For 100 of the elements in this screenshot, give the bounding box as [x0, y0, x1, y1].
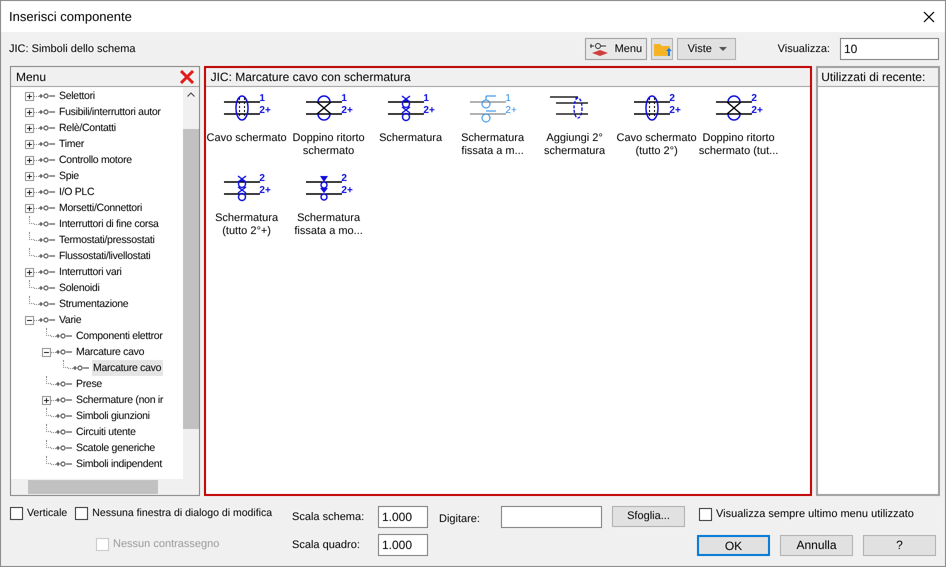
- wire-number: 2+: [259, 185, 271, 197]
- tree-item[interactable]: Schermature (non ir: [75, 392, 166, 408]
- tree-item[interactable]: Controllo motore: [58, 152, 134, 168]
- expand-icon[interactable]: [25, 268, 34, 276]
- tree-item[interactable]: Morsetti/Connettori: [58, 200, 144, 216]
- menu-button[interactable]: Menu: [584, 38, 647, 60]
- wire-number: 2: [669, 93, 676, 105]
- node-icon: [39, 156, 57, 164]
- tree-item[interactable]: Scatole generiche: [75, 440, 157, 456]
- symbol-label: Cavo schermato: [206, 132, 287, 145]
- node-icon: [56, 396, 74, 404]
- wire-number: 2+: [341, 105, 353, 117]
- checkbox-label: Nessuna finestra di dialogo di modifica: [92, 506, 272, 521]
- display-label: Visualizza:: [778, 42, 830, 57]
- collapse-icon[interactable]: [25, 316, 34, 324]
- node-icon: [56, 460, 74, 468]
- expand-icon[interactable]: [25, 92, 34, 100]
- dialog-button[interactable]: OK: [697, 534, 770, 556]
- expand-icon[interactable]: [25, 204, 34, 212]
- node-icon: [39, 108, 57, 116]
- checkbox[interactable]: [75, 507, 88, 520]
- node-icon: [39, 220, 57, 228]
- node-icon: [56, 412, 74, 420]
- node-icon: [56, 332, 74, 340]
- tree-item[interactable]: Strumentazione: [58, 296, 130, 312]
- field-label: Scala schema:: [292, 510, 366, 525]
- node-icon: [73, 364, 91, 372]
- scale-field[interactable]: 1.000: [378, 534, 428, 556]
- tree-item[interactable]: Componenti elettror: [75, 328, 165, 344]
- node-icon: [39, 172, 57, 180]
- node-icon: [56, 444, 74, 452]
- folder-icon[interactable]: [650, 38, 673, 60]
- node-icon: [39, 188, 57, 196]
- tree-item[interactable]: Prese: [75, 376, 104, 392]
- tree-item[interactable]: I/O PLC: [58, 184, 96, 200]
- dialog-button[interactable]: Annulla: [780, 534, 853, 556]
- tree-item[interactable]: Spie: [58, 168, 81, 184]
- tree-item[interactable]: Termostati/pressostati: [58, 232, 157, 248]
- wire-number: 1: [505, 93, 512, 105]
- node-icon: [39, 316, 57, 324]
- horizontal-scrollbar[interactable]: [11, 479, 199, 495]
- tree-item[interactable]: Simboli indipendent: [75, 456, 164, 472]
- checkbox[interactable]: [10, 507, 23, 520]
- symbol-label: Schermatura fissata a mo...: [294, 212, 363, 238]
- node-icon: [39, 268, 57, 276]
- vertical-scrollbar[interactable]: [182, 87, 199, 479]
- tree-item[interactable]: Flussostati/livellostati: [58, 248, 152, 264]
- wire-number: 1: [423, 93, 430, 105]
- node-icon: [56, 380, 74, 388]
- scroll-up-icon[interactable]: [186, 92, 195, 97]
- expand-icon[interactable]: [42, 396, 51, 404]
- caret-icon: [718, 47, 727, 51]
- expand-icon[interactable]: [25, 188, 34, 196]
- node-icon: [56, 348, 74, 356]
- display-field[interactable]: 10: [840, 38, 939, 60]
- wire-number: 2: [259, 173, 266, 185]
- field-label: Digitare:: [439, 512, 481, 527]
- collapse-icon[interactable]: [42, 348, 51, 356]
- tree-item[interactable]: Circuiti utente: [75, 424, 138, 440]
- expand-icon[interactable]: [25, 156, 34, 164]
- tree-item[interactable]: Fusibili/interruttori autor: [58, 104, 163, 120]
- tree-item[interactable]: Varie: [58, 312, 84, 328]
- tree-item[interactable]: Interruttori di fine corsa: [58, 216, 161, 232]
- node-icon: [39, 284, 57, 292]
- views-dropdown[interactable]: Viste: [676, 38, 736, 60]
- tree-item[interactable]: Selettori: [58, 88, 97, 104]
- panel-title: Utilizzati di recente:: [821, 69, 926, 86]
- tree-item[interactable]: Interruttori vari: [58, 264, 124, 280]
- symbol-label: Cavo schermato (tutto 2°): [616, 132, 697, 158]
- expand-icon[interactable]: [25, 172, 34, 180]
- node-icon: [39, 140, 57, 148]
- symbol-label: Aggiungi 2° schermatura: [544, 132, 606, 158]
- tree-item[interactable]: Solenoidi: [58, 280, 102, 296]
- symbol-label: Doppino ritorto schermato (tut...: [698, 132, 778, 158]
- close-icon[interactable]: [923, 10, 935, 22]
- wire-number: 2: [751, 93, 758, 105]
- expand-icon[interactable]: [25, 108, 34, 116]
- type-field[interactable]: [501, 506, 602, 528]
- browse-button[interactable]: Sfoglia...: [612, 506, 685, 527]
- expand-icon[interactable]: [25, 124, 34, 132]
- tree-item[interactable]: Marcature cavo: [75, 344, 146, 360]
- symbol-label: Schermatura fissata a m...: [461, 132, 524, 158]
- tree-item[interactable]: Timer: [58, 136, 86, 152]
- tree-item[interactable]: Marcature cavo: [92, 360, 164, 376]
- wire-number: 2+: [751, 105, 763, 117]
- scale-field[interactable]: 1.000: [378, 506, 428, 528]
- wire-number: 2+: [505, 105, 517, 117]
- panel-title: JIC: Marcature cavo con schermatura: [210, 69, 411, 86]
- checkbox-label: Verticale: [27, 506, 68, 521]
- symbol-label: Doppino ritorto schermato: [292, 132, 365, 158]
- dialog-button[interactable]: ?: [863, 534, 936, 556]
- symbol-label: Schermatura: [379, 132, 442, 145]
- expand-icon[interactable]: [25, 140, 34, 148]
- tree-item[interactable]: Simboli giunzioni: [75, 408, 152, 424]
- wire-number: 2+: [423, 105, 435, 117]
- wire-number: 1: [259, 93, 266, 105]
- tree-item[interactable]: Relè/Contatti: [58, 120, 118, 136]
- checkbox[interactable]: [699, 508, 712, 521]
- wire-number: 1: [341, 93, 348, 105]
- wire-number: 2+: [341, 185, 353, 197]
